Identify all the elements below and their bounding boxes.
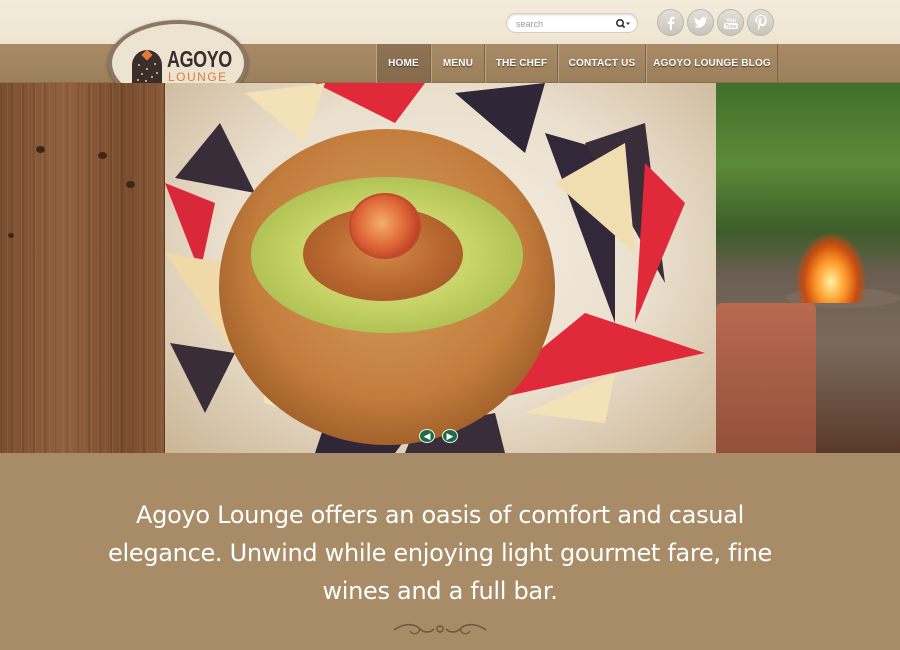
guacamole-slide-image — [164, 83, 716, 453]
fire-image — [796, 233, 866, 303]
nav-the-chef[interactable]: THE CHEF — [485, 44, 558, 83]
nav-agoyo-lounge-blog[interactable]: AGOYO LOUNGE BLOG — [646, 44, 778, 83]
facebook-icon[interactable] — [657, 9, 684, 36]
flourish-ornament-icon — [393, 623, 487, 635]
nav-contact-us[interactable]: CONTACT US — [558, 44, 646, 83]
hero-slider — [0, 83, 900, 453]
logo-arch-icon — [132, 49, 162, 83]
slider-next-arrow-icon[interactable]: ▶ — [442, 429, 458, 443]
search-box[interactable] — [506, 13, 638, 33]
search-icon[interactable] — [615, 17, 631, 29]
patio-slide-image — [716, 83, 900, 453]
lounge-chair-image — [716, 303, 816, 453]
nav-home[interactable]: HOME — [376, 44, 431, 83]
wood-panel-image — [0, 83, 164, 453]
youtube-icon[interactable]: You Tube — [717, 9, 744, 36]
slider-controls: ◀ ▶ — [419, 429, 458, 443]
tomato-slice-image — [349, 193, 421, 259]
nav-menu[interactable]: MENU — [431, 44, 485, 83]
intro-description: Agoyo Lounge offers an oasis of comfort … — [108, 501, 772, 605]
svg-text:Tube: Tube — [725, 23, 737, 29]
logo-star-icon — [141, 49, 153, 61]
logo-name: AGOYO — [167, 46, 232, 72]
slider-prev-arrow-icon[interactable]: ◀ — [419, 429, 435, 443]
pinterest-icon[interactable] — [747, 9, 774, 36]
logo-subtitle: LOUNGE — [168, 70, 228, 84]
search-input[interactable] — [516, 17, 616, 30]
twitter-icon[interactable] — [687, 9, 714, 36]
